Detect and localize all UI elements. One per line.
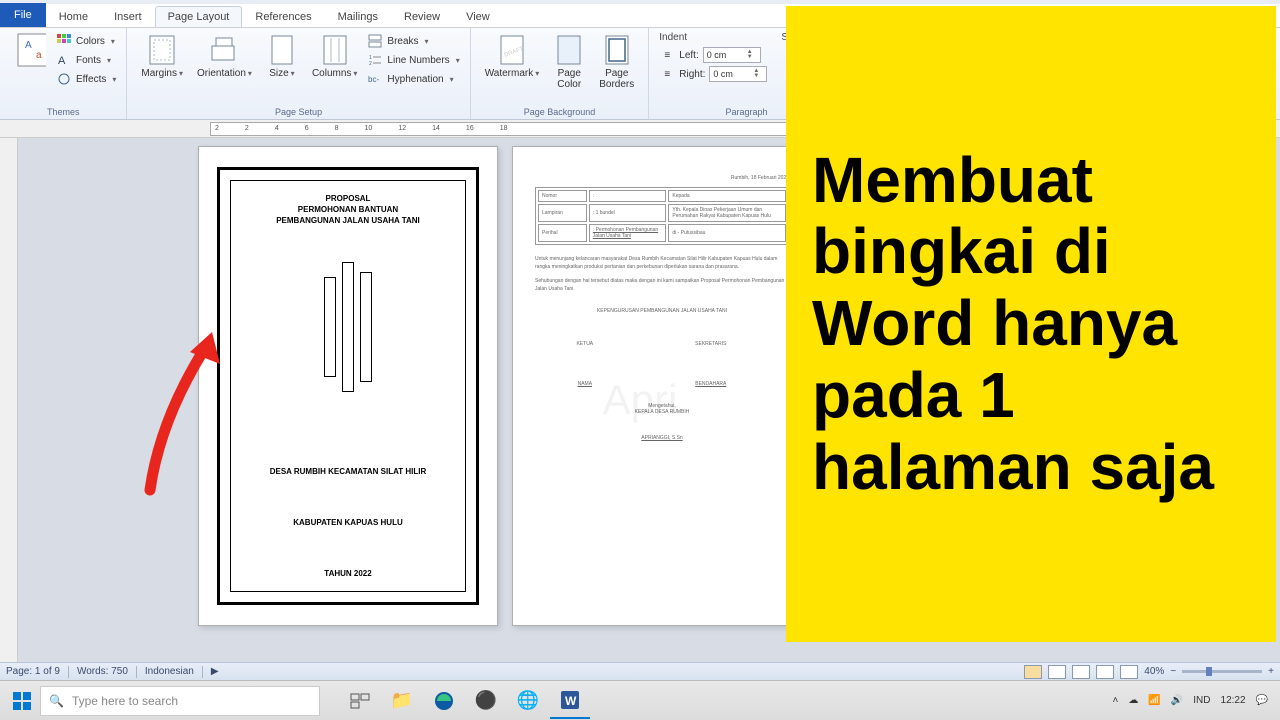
group-themes: Aa Colors▾ AFonts▾ Effects▾ Themes xyxy=(0,28,127,119)
indent-right-icon: ≡ xyxy=(659,66,675,82)
fonts-button[interactable]: AFonts▾ xyxy=(56,51,116,69)
svg-text:bc-: bc- xyxy=(368,75,379,84)
zoom-out-button[interactable]: − xyxy=(1170,666,1176,677)
page-color-icon xyxy=(553,34,585,66)
orientation-icon xyxy=(208,34,240,66)
doc-footer-3: TAHUN 2022 xyxy=(324,568,371,579)
page-borders-icon xyxy=(601,34,633,66)
effects-button[interactable]: Effects▾ xyxy=(56,70,116,88)
hyphenation-button[interactable]: bc-Hyphenation▾ xyxy=(367,70,459,88)
windows-taskbar: 🔍 Type here to search 📁 ⚫ 🌐 W ˄ ☁ 📶 🔊 IN… xyxy=(0,680,1280,720)
hyphenation-icon: bc- xyxy=(367,71,383,87)
system-tray: ˄ ☁ 📶 🔊 IND 12:22 💬 xyxy=(1113,695,1276,706)
view-print-layout-button[interactable] xyxy=(1024,665,1042,679)
group-label-page-setup: Page Setup xyxy=(137,107,459,117)
zoom-level[interactable]: 40% xyxy=(1144,666,1164,677)
status-language[interactable]: Indonesian xyxy=(145,666,194,677)
task-view-button[interactable] xyxy=(340,683,380,719)
view-draft-button[interactable] xyxy=(1120,665,1138,679)
watermark-button[interactable]: DRAFTWatermark▾ xyxy=(481,32,544,81)
tray-chevron-icon[interactable]: ˄ xyxy=(1113,695,1119,706)
doc-title-2: PERMOHONAN BANTUAN xyxy=(298,204,398,215)
effects-icon xyxy=(56,71,72,87)
page-color-button[interactable]: Page Color xyxy=(549,32,589,92)
status-bar: Page: 1 of 9 Words: 750 Indonesian ▶ 40%… xyxy=(0,662,1280,680)
zoom-slider[interactable] xyxy=(1182,670,1262,673)
columns-button[interactable]: Columns▾ xyxy=(308,32,361,81)
view-outline-button[interactable] xyxy=(1096,665,1114,679)
page-2[interactable]: Rumbih, 18 Februari 2022 Nomor:KepadaLam… xyxy=(512,146,812,626)
tray-wifi-icon[interactable]: 📶 xyxy=(1148,695,1160,706)
group-label-themes: Themes xyxy=(10,107,116,117)
svg-text:a: a xyxy=(36,50,42,61)
windows-icon xyxy=(13,692,31,710)
tab-page-layout[interactable]: Page Layout xyxy=(155,6,243,27)
status-page[interactable]: Page: 1 of 9 xyxy=(6,666,60,677)
svg-text:A: A xyxy=(25,40,32,51)
taskbar-app-browser[interactable]: 🌐 xyxy=(508,683,548,719)
themes-icon: Aa xyxy=(14,34,46,66)
tab-insert[interactable]: Insert xyxy=(101,6,155,27)
page-1[interactable]: PROPOSAL PERMOHONAN BANTUAN PEMBANGUNAN … xyxy=(198,146,498,626)
doc-title-3: PEMBANGUNAN JALAN USAHA TANI xyxy=(276,215,420,226)
tray-language[interactable]: IND xyxy=(1193,695,1210,706)
page-borders-button[interactable]: Page Borders xyxy=(595,32,638,92)
tab-review[interactable]: Review xyxy=(391,6,453,27)
indent-left-input[interactable]: 0 cm▲▼ xyxy=(703,47,761,63)
indent-left: ≡Left:0 cm▲▼ xyxy=(659,46,767,64)
themes-button[interactable]: Aa xyxy=(10,32,50,68)
doc-title-1: PROPOSAL xyxy=(326,193,371,204)
vertical-ruler[interactable] xyxy=(0,138,18,662)
taskbar-app-word[interactable]: W xyxy=(550,683,590,719)
doc-graphic xyxy=(324,257,372,397)
view-web-button[interactable] xyxy=(1072,665,1090,679)
status-words[interactable]: Words: 750 xyxy=(77,666,128,677)
tab-references[interactable]: References xyxy=(242,6,324,27)
group-label-page-bg: Page Background xyxy=(481,107,639,117)
size-icon xyxy=(266,34,298,66)
size-button[interactable]: Size▾ xyxy=(262,32,302,81)
overlay-caption: Membuat bingkai di Word hanya pada 1 hal… xyxy=(786,6,1276,642)
breaks-button[interactable]: Breaks▾ xyxy=(367,32,459,50)
tray-onedrive-icon[interactable]: ☁ xyxy=(1128,695,1138,706)
group-page-background: DRAFTWatermark▾ Page Color Page Borders … xyxy=(471,28,650,119)
tab-home[interactable]: Home xyxy=(46,6,101,27)
tray-notifications-icon[interactable]: 💬 xyxy=(1256,695,1268,706)
columns-icon xyxy=(319,34,351,66)
watermark-icon: DRAFT xyxy=(496,34,528,66)
view-reading-button[interactable] xyxy=(1048,665,1066,679)
search-icon: 🔍 xyxy=(49,694,64,708)
indent-title: Indent xyxy=(659,32,767,43)
file-tab[interactable]: File xyxy=(0,3,46,27)
svg-text:2: 2 xyxy=(369,61,372,67)
orientation-button[interactable]: Orientation▾ xyxy=(193,32,256,81)
svg-text:A: A xyxy=(58,55,66,67)
doc-footer-1: DESA RUMBIH KECAMATAN SILAT HILIR xyxy=(270,466,427,477)
colors-button[interactable]: Colors▾ xyxy=(56,32,116,50)
group-page-setup: Margins▾ Orientation▾ Size▾ Columns▾ Bre… xyxy=(127,28,470,119)
fonts-icon: A xyxy=(56,52,72,68)
line-numbers-button[interactable]: 12Line Numbers▾ xyxy=(367,51,459,69)
status-macro-icon[interactable]: ▶ xyxy=(211,666,219,677)
margins-icon xyxy=(146,34,178,66)
start-button[interactable] xyxy=(4,683,40,719)
doc-footer-2: KABUPATEN KAPUAS HULU xyxy=(293,517,402,528)
tab-mailings[interactable]: Mailings xyxy=(325,6,391,27)
taskbar-search[interactable]: 🔍 Type here to search xyxy=(40,686,320,716)
taskbar-app-explorer[interactable]: 📁 xyxy=(382,683,422,719)
tab-view[interactable]: View xyxy=(453,6,503,27)
colors-icon xyxy=(56,33,72,49)
margins-button[interactable]: Margins▾ xyxy=(137,32,187,81)
indent-left-icon: ≡ xyxy=(659,47,675,63)
taskbar-app-obs[interactable]: ⚫ xyxy=(466,683,506,719)
tray-clock[interactable]: 12:22 xyxy=(1221,695,1246,706)
svg-text:W: W xyxy=(565,694,577,708)
indent-right: ≡Right:0 cm▲▼ xyxy=(659,65,767,83)
taskbar-app-edge[interactable] xyxy=(424,683,464,719)
breaks-icon xyxy=(367,33,383,49)
indent-right-input[interactable]: 0 cm▲▼ xyxy=(709,66,767,82)
line-numbers-icon: 12 xyxy=(367,52,383,68)
tray-volume-icon[interactable]: 🔊 xyxy=(1171,695,1183,706)
zoom-in-button[interactable]: + xyxy=(1268,666,1274,677)
